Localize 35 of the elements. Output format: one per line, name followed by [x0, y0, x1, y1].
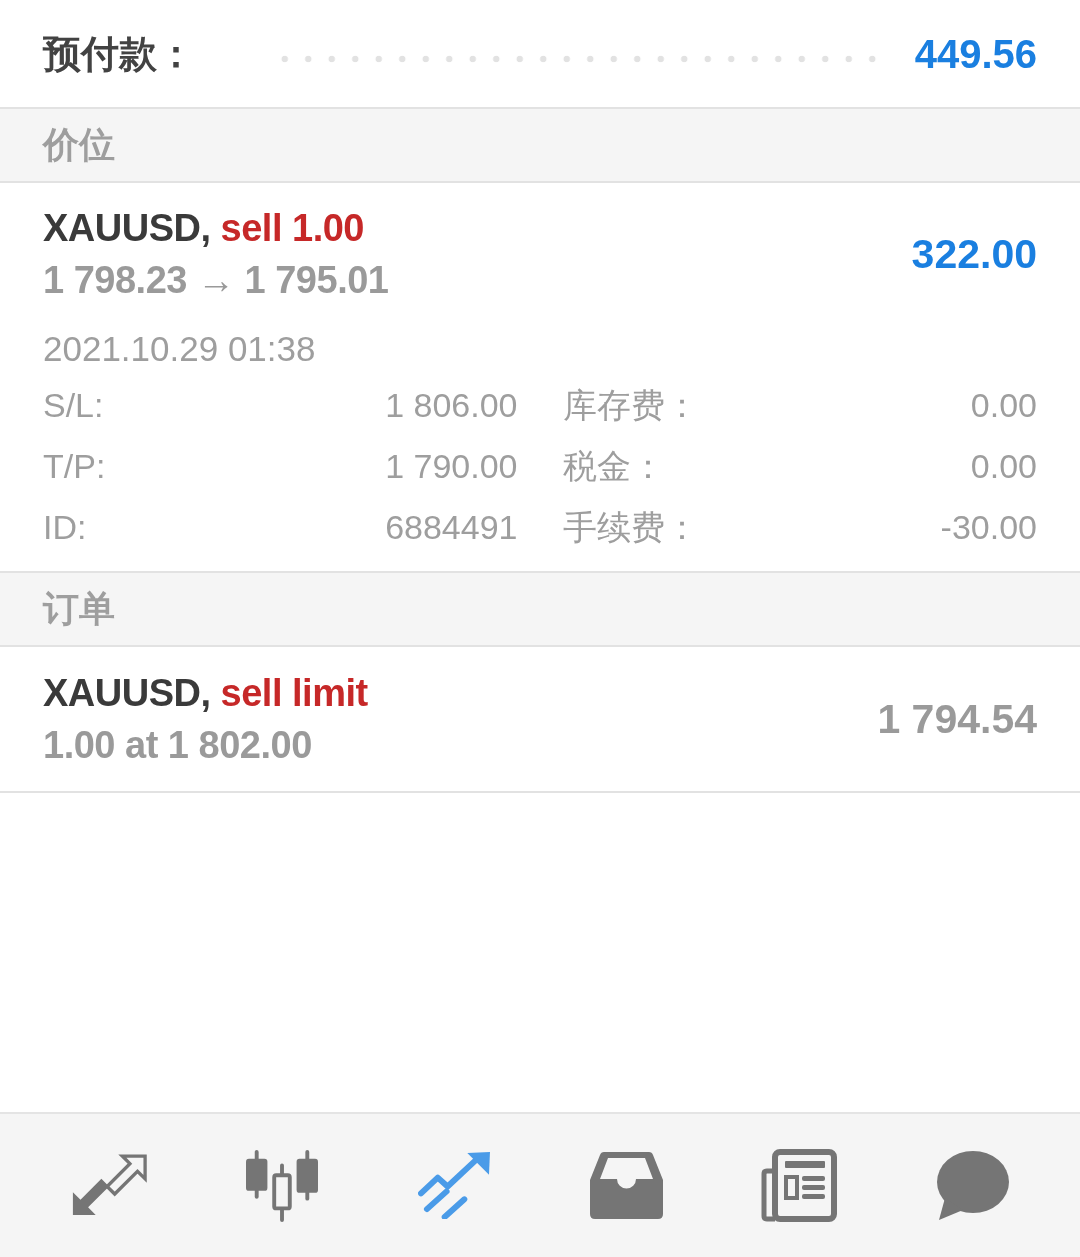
- nav-tab[interactable]: [761, 1149, 838, 1222]
- price-value: 1 794.54: [877, 698, 1037, 740]
- detail-value: 1 790.00: [385, 448, 518, 483]
- detail-label: 库存费：: [562, 387, 699, 422]
- section-title: 订单: [43, 591, 115, 627]
- nav-tab[interactable]: [417, 1152, 491, 1219]
- detail-value: 0.00: [970, 387, 1037, 422]
- detail-value: -30.00: [940, 509, 1037, 544]
- nav-tab[interactable]: [934, 1150, 1009, 1221]
- arrows-icon: [71, 1154, 148, 1217]
- section-title: 价位: [43, 127, 115, 163]
- detail-value: 0.00: [970, 448, 1037, 483]
- price-text: 1.00 at 1 802.00: [43, 723, 313, 768]
- prepayment-value: 449.56: [914, 33, 1037, 74]
- detail-label: 税金：: [562, 448, 665, 483]
- detail-label: 手续费：: [562, 509, 699, 544]
- newspaper-icon: [761, 1149, 838, 1222]
- candlestick-icon: [244, 1149, 319, 1222]
- detail-value: 6884491: [385, 509, 518, 544]
- trade-title: XAUUSD, sell limit: [43, 671, 368, 716]
- profit-value: 322.00: [911, 233, 1037, 275]
- chat-bubble-icon: [934, 1150, 1009, 1221]
- open-time: 2021.10.29 01:38: [43, 328, 317, 370]
- trend-icon: [417, 1152, 491, 1219]
- detail-label: S/L:: [43, 387, 104, 422]
- nav-tab[interactable]: [71, 1154, 148, 1217]
- detail-value: 1 806.00: [385, 387, 518, 422]
- detail-label: T/P:: [43, 448, 106, 483]
- trade-title: XAUUSD, sell 1.00: [43, 206, 365, 251]
- nav-tab[interactable]: [590, 1152, 664, 1219]
- price-text: 1 798.23 → 1 795.01: [43, 258, 389, 303]
- prepayment-label: 预付款：: [43, 34, 195, 73]
- detail-label: ID:: [43, 509, 87, 544]
- nav-tab[interactable]: [244, 1149, 319, 1222]
- inbox-icon: [590, 1152, 664, 1219]
